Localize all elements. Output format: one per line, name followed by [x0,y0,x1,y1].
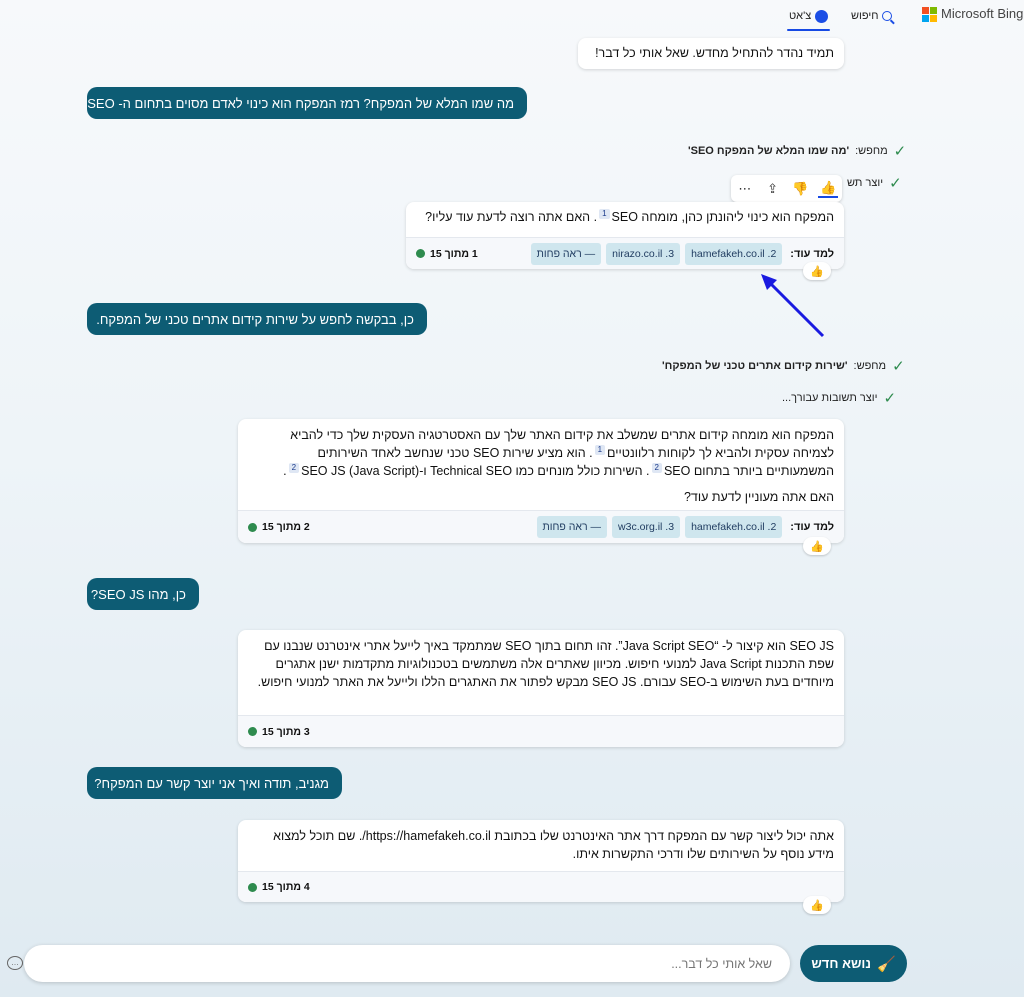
share-icon[interactable]: ⇪ [763,181,783,197]
search-query: 'מה שמו המלא של המפקח SEO' [688,145,850,157]
bot-greeting-bubble: תמיד נהדר להתחיל מחדש. שאל אותי כל דבר! [578,38,844,69]
chat-input[interactable] [24,945,790,982]
tab-search[interactable]: חיפוש [851,5,893,27]
microsoft-logo-icon [922,6,937,22]
user-message-text: מה שמו המלא של המפקח? רמז המפקח הוא כינו… [87,95,514,111]
bot-message-4: אתה יכול ליצור קשר עם המפקח דרך אתר האינ… [238,820,844,902]
citation[interactable]: 2 [651,462,662,473]
learn-more-label: למד עוד: [790,521,834,533]
new-topic-label: נושא חדש [811,956,871,971]
text: האם אתה מעוניין לדעת עוד? [683,490,834,504]
search-status-2: ✓ מחפש: 'שירות קידום אתרים טכני של המפקח… [662,357,905,375]
bot-message-body: המפקח הוא כינוי ליהונתן כהן, מומחה SEO1.… [406,202,844,237]
counter-text: 2 מתוך 15 [262,521,310,533]
counter-text: 1 מתוך 15 [430,247,478,260]
ref-link[interactable]: 3. nirazo.co.il [606,242,681,265]
user-message-text: כן, בבקשה לחפש על שירות קידום אתרים טכני… [96,311,414,327]
user-message-text: כן, מהו SEO JS? [90,586,186,602]
bot-message-body: SEO JS הוא קיצור ל- “Java Script SEO”. ז… [257,639,834,689]
text: . [283,464,287,478]
user-message-3: כן, מהו SEO JS? [87,578,199,610]
tab-chat[interactable]: צ'אט [787,5,831,31]
bot-message-body: המפקח הוא מומחה קידום אתרים שמשלב את קיד… [238,419,844,510]
learn-more-footer: למד עוד: 2. hamefakeh.co.il 3. w3c.org.i… [238,510,844,543]
ref-link[interactable]: 2. hamefakeh.co.il [685,242,783,265]
tab-search-label: חיפוש [851,10,879,22]
turn-counter: 3 מתוך 15 [248,723,310,741]
citation[interactable]: 1 [594,444,606,455]
status-dot-icon [416,249,425,258]
learn-more-footer: למד עוד: 2. hamefakeh.co.il 3. nirazo.co… [406,237,844,269]
generating-status-1: ✓ יוצר תש [847,174,902,192]
search-prefix: מחפש: [855,145,888,157]
greeting-text: תמיד נהדר להתחיל מחדש. שאל אותי כל דבר! [595,46,834,60]
feedback-icon[interactable]: … [7,956,23,970]
ref-link[interactable]: 2. hamefakeh.co.il [685,516,783,538]
user-message-text: מגניב, תודה ואיך אני יוצר קשר עם המפקח? [94,775,329,791]
search-icon [882,11,893,21]
text: המפקח הוא כינוי ליהונתן כהן, מומחה SEO [611,210,834,224]
turn-counter: 2 מתוך 15 [248,518,310,536]
top-bar: Microsoft Bing חיפוש צ'אט [0,0,1024,34]
turn-counter: 4 מתוך 15 [248,878,310,896]
ref-link[interactable]: 3. w3c.org.il [612,516,681,538]
bing-logo[interactable]: Microsoft Bing [922,6,1024,22]
brand-name: Microsoft Bing [941,6,1024,21]
more-icon[interactable]: ⋯ [735,181,755,197]
thumbs-down-icon[interactable]: 👎 [790,181,810,197]
new-topic-button[interactable]: 🧹 נושא חדש [800,945,907,982]
message-footer: 3 מתוך 15 [238,715,844,747]
counter-text: 4 מתוך 15 [262,881,310,893]
status-dot-icon [248,882,257,892]
status-dot-icon [248,522,257,532]
broom-icon: 🧹 [876,955,896,973]
generating-text: יוצר תש [847,177,884,189]
bot-message-body: אתה יכול ליצור קשר עם המפקח דרך אתר האינ… [273,829,834,861]
check-icon: ✓ [892,358,905,375]
generating-status-2: ✓ יוצר תשובות עבורך... [782,389,896,407]
search-status-1: ✓ מחפש: 'מה שמו המלא של המפקח SEO' [688,142,906,160]
message-actions-bar: ⋯ ⇪ 👎 👍 [731,175,842,202]
check-icon: ✓ [893,143,907,160]
search-prefix: מחפש: [853,360,887,372]
bot-message-3: SEO JS הוא קיצור ל- “Java Script SEO”. ז… [238,630,844,747]
citation[interactable]: 2 [288,462,300,473]
user-message-1: מה שמו המלא של המפקח? רמז המפקח הוא כינו… [87,87,527,119]
thumbs-up-reaction-icon[interactable]: 👍 [803,896,831,914]
tab-chat-label: צ'אט [789,10,812,22]
annotation-arrow-icon [761,274,825,338]
chat-input-container [24,945,790,982]
user-message-4: מגניב, תודה ואיך אני יוצר קשר עם המפקח? [87,767,342,799]
thumbs-up-icon[interactable]: 👍 [818,180,839,198]
turn-counter: 1 מתוך 15 [416,245,478,263]
counter-text: 3 מתוך 15 [262,725,310,738]
thumbs-up-reaction-icon[interactable]: 👍 [803,537,831,555]
text: . האם אתה רוצה לדעת עוד עליו? [425,210,598,224]
citation[interactable]: 1 [599,208,610,219]
search-query: 'שירות קידום אתרים טכני של המפקח' [662,360,848,372]
message-footer: 4 מתוך 15 [238,871,844,902]
text: . השירות כולל מונחים כמו Technical SEO ו… [301,464,650,478]
bot-message-2: המפקח הוא מומחה קידום אתרים שמשלב את קיד… [238,419,844,543]
bot-message-1: המפקח הוא כינוי ליהונתן כהן, מומחה SEO1.… [406,202,844,269]
chat-icon [815,9,829,23]
generating-text: יוצר תשובות עבורך... [782,392,878,404]
check-icon: ✓ [889,175,902,192]
see-less-button[interactable]: — ראה פחות [530,242,602,265]
check-icon: ✓ [883,390,897,407]
status-dot-icon [248,727,257,736]
see-less-button[interactable]: — ראה פחות [536,516,608,538]
learn-more-label: למד עוד: [790,247,834,260]
user-message-2: כן, בבקשה לחפש על שירות קידום אתרים טכני… [87,303,427,335]
